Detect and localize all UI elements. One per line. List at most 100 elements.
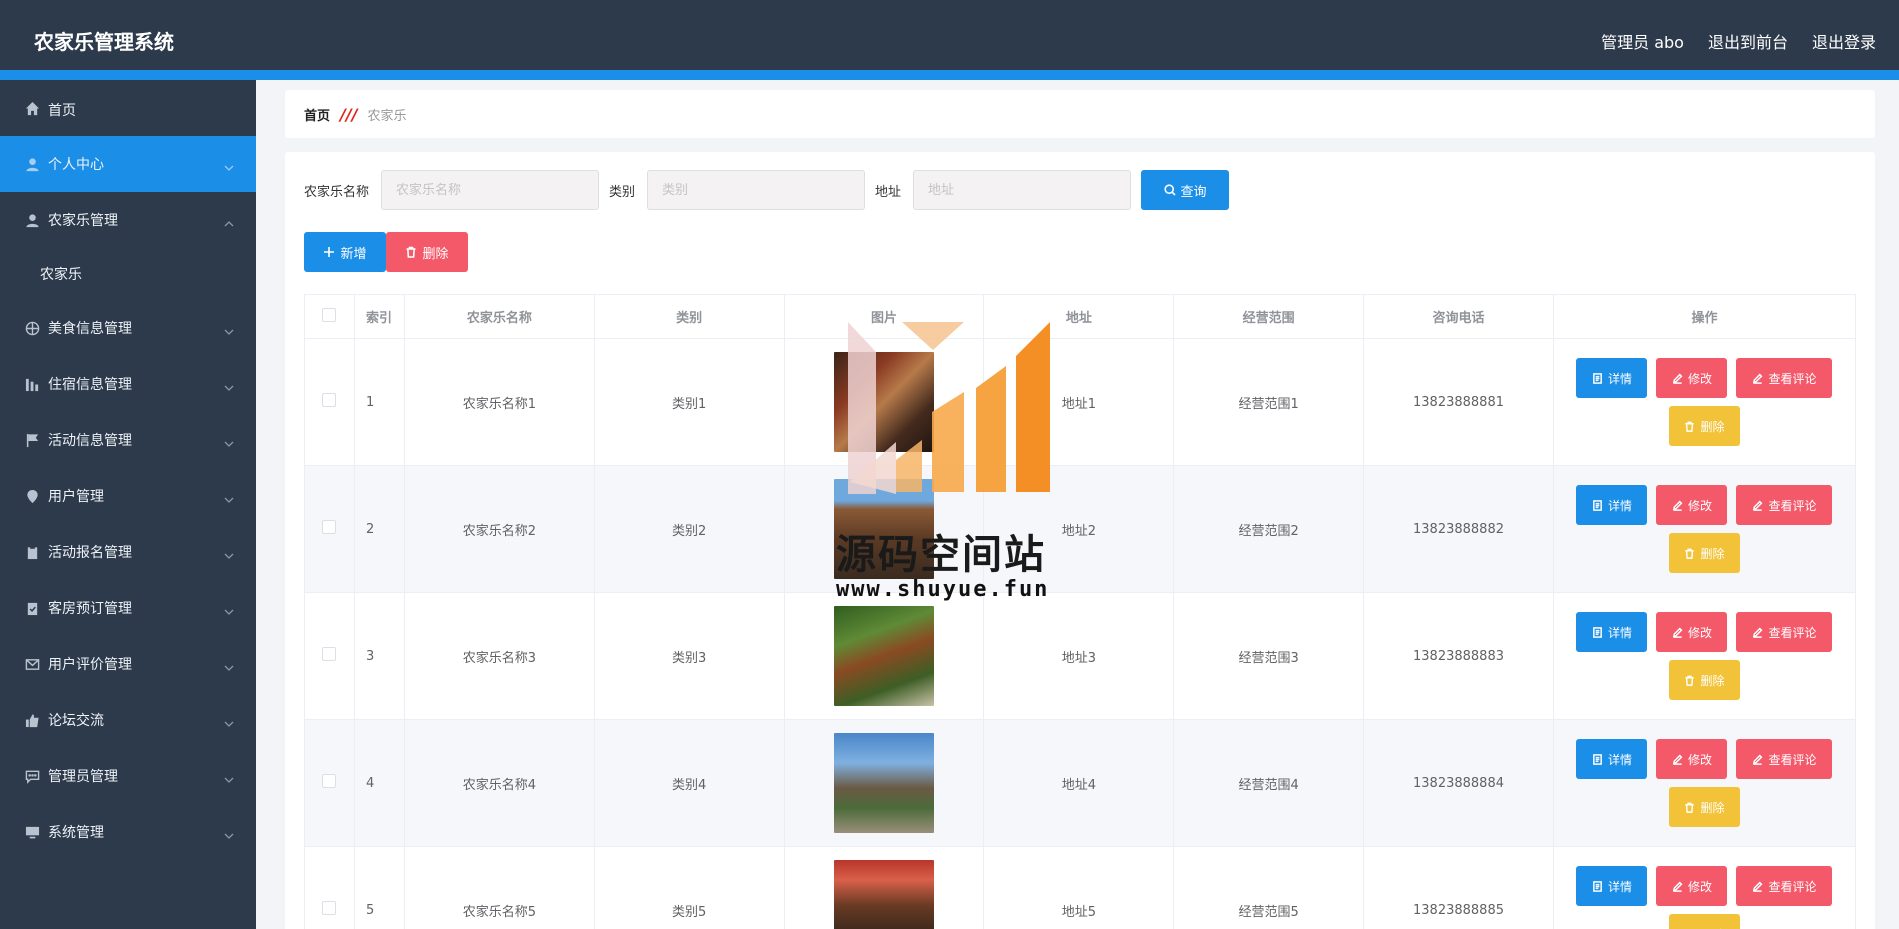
detail-button[interactable]: 详情 [1576, 866, 1648, 906]
farmstay-photo [833, 860, 934, 929]
search-form: 农家乐名称 类别 地址 查询 [304, 170, 1230, 210]
sidebar-item-label: 系统管理 [48, 825, 104, 841]
delete-button[interactable]: 删除 [1668, 787, 1740, 827]
plus-icon [324, 247, 335, 257]
row-checkbox[interactable] [322, 393, 337, 407]
pencil-icon [1672, 500, 1683, 511]
row-checkbox[interactable] [322, 647, 337, 661]
sidebar-item-label: 活动信息管理 [48, 433, 132, 449]
top-bar: 农家乐管理系统 管理员 abo 退出到前台 退出登录 [0, 0, 1899, 80]
exit-to-front-link[interactable]: 退出到前台 [1708, 29, 1788, 53]
sidebar-item-admin-management[interactable]: 管理员管理 [0, 748, 256, 804]
sidebar-item-registration-management[interactable]: 活动报名管理 [0, 524, 256, 580]
breadcrumb-home[interactable]: 首页 [304, 105, 330, 124]
pencil-icon [1672, 627, 1683, 638]
delete-button-label: 删除 [1700, 673, 1725, 688]
detail-button[interactable]: 详情 [1576, 739, 1648, 779]
edit-button[interactable]: 修改 [1656, 612, 1728, 652]
pencil-icon [1672, 754, 1683, 765]
trash-icon [1685, 802, 1695, 813]
sidebar-item-activity-management[interactable]: 活动信息管理 [0, 412, 256, 468]
detail-button[interactable]: 详情 [1576, 358, 1648, 398]
detail-button-label: 详情 [1607, 371, 1632, 386]
delete-button-label: 删除 [1700, 546, 1725, 561]
row-select-cell [304, 719, 355, 847]
trash-icon [1685, 548, 1695, 559]
address-input[interactable] [913, 170, 1132, 210]
table-header-row: 索引 农家乐名称 类别 图片 地址 经营范围 咨询电话 操作 [304, 294, 1857, 339]
row-scope: 经营范围4 [1173, 719, 1365, 847]
sidebar-item-user-management[interactable]: 用户管理 [0, 468, 256, 524]
main-content: 农家乐名称 类别 地址 查询 新增 删除 索引 农家乐名称 类别 图片 [285, 152, 1875, 929]
add-button-label: 新增 [340, 245, 367, 261]
delete-button[interactable]: 删除 [1668, 914, 1740, 929]
header-accent-bar [0, 70, 1899, 80]
row-checkbox[interactable] [322, 774, 337, 788]
view-reviews-button-label: 查看评论 [1768, 879, 1817, 894]
header-index: 索引 [354, 294, 405, 339]
query-button[interactable]: 查询 [1141, 170, 1230, 210]
sidebar-subitem-farmstay[interactable]: 农家乐 [0, 248, 256, 300]
detail-button[interactable]: 详情 [1576, 485, 1648, 525]
select-all-checkbox[interactable] [322, 307, 337, 322]
row-type: 类别1 [594, 338, 785, 466]
sidebar-item-food-management[interactable]: 美食信息管理 [0, 300, 256, 356]
detail-button[interactable]: 详情 [1576, 612, 1648, 652]
sidebar-item-review-management[interactable]: 用户评价管理 [0, 636, 256, 692]
breadcrumb: 首页 /// 农家乐 [285, 90, 1875, 138]
row-name: 农家乐名称1 [404, 338, 595, 466]
delete-button[interactable]: 删除 [1668, 660, 1740, 700]
trash-icon [1685, 421, 1695, 432]
table-row: 2 农家乐名称2 类别2 地址2 经营范围2 13823888882 详情 修改… [304, 465, 1857, 593]
row-checkbox[interactable] [322, 901, 337, 915]
document-icon [1593, 753, 1602, 765]
sidebar-item-home[interactable]: 首页 [0, 80, 256, 136]
current-user: 管理员 abo [1601, 33, 1684, 52]
view-reviews-button[interactable]: 查看评论 [1736, 612, 1833, 652]
row-select-cell [304, 338, 355, 466]
trash-icon [406, 246, 416, 258]
sidebar-item-personal-center[interactable]: 个人中心 [0, 136, 256, 192]
breadcrumb-separator-icon: /// [340, 104, 358, 124]
chevron-down-icon [224, 160, 234, 171]
sidebar-item-room-booking-management[interactable]: 客房预订管理 [0, 580, 256, 636]
chevron-up-icon [224, 216, 234, 227]
edit-button[interactable]: 修改 [1656, 358, 1728, 398]
delete-button[interactable]: 删除 [1668, 406, 1740, 446]
row-image-cell [784, 719, 985, 847]
watermark-url: www.shuyue.fun [836, 577, 1050, 602]
row-name: 农家乐名称4 [404, 719, 595, 847]
view-reviews-button[interactable]: 查看评论 [1736, 866, 1833, 906]
table-row: 3 农家乐名称3 类别3 地址3 经营范围3 13823888883 详情 修改… [304, 592, 1857, 720]
sidebar-item-forum[interactable]: 论坛交流 [0, 692, 256, 748]
chevron-down-icon [224, 380, 234, 391]
name-input[interactable] [381, 170, 600, 210]
globe-icon [24, 320, 40, 336]
sidebar-item-system-management[interactable]: 系统管理 [0, 804, 256, 860]
table-row: 5 农家乐名称5 类别5 地址5 经营范围5 13823888885 详情 修改… [304, 846, 1857, 929]
sidebar-item-lodging-management[interactable]: 住宿信息管理 [0, 356, 256, 412]
document-icon [1593, 499, 1602, 511]
row-name: 农家乐名称3 [404, 592, 595, 720]
row-name: 农家乐名称5 [404, 846, 595, 929]
view-reviews-button[interactable]: 查看评论 [1736, 739, 1833, 779]
type-input[interactable] [647, 170, 866, 210]
chevron-down-icon [224, 548, 234, 559]
edit-button-label: 修改 [1687, 879, 1712, 894]
row-operations: 详情 修改 查看评论 删除 [1553, 719, 1857, 847]
view-reviews-button[interactable]: 查看评论 [1736, 358, 1833, 398]
breadcrumb-current: 农家乐 [367, 108, 407, 124]
delete-button[interactable]: 删除 [1668, 533, 1740, 573]
view-reviews-button[interactable]: 查看评论 [1736, 485, 1833, 525]
row-address: 地址1 [983, 338, 1175, 466]
edit-button[interactable]: 修改 [1656, 739, 1728, 779]
row-checkbox[interactable] [322, 520, 337, 534]
add-button[interactable]: 新增 [304, 232, 386, 272]
row-address: 地址4 [983, 719, 1175, 847]
batch-delete-button[interactable]: 删除 [386, 232, 468, 272]
edit-button[interactable]: 修改 [1656, 866, 1728, 906]
logout-link[interactable]: 退出登录 [1812, 29, 1876, 53]
sidebar-item-farmstay-management[interactable]: 农家乐管理 [0, 192, 256, 248]
edit-button[interactable]: 修改 [1656, 485, 1728, 525]
select-all-cell [304, 294, 355, 339]
